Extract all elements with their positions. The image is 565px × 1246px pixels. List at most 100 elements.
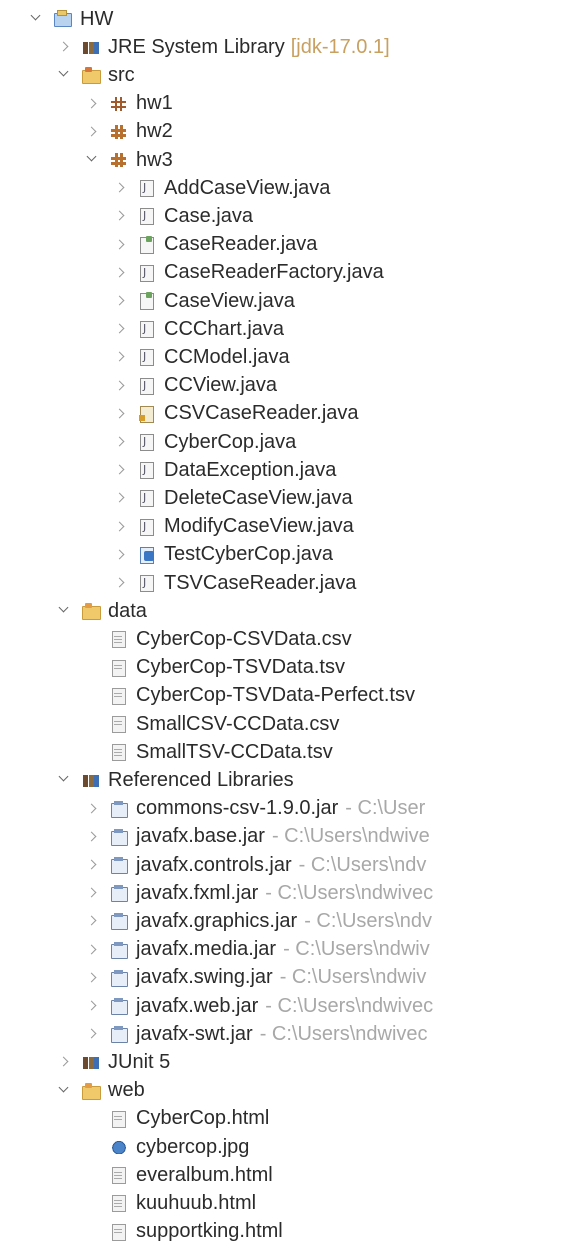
chevron-right-icon[interactable] <box>84 996 102 1016</box>
tree-item[interactable]: cybercop.jpg <box>0 1133 565 1161</box>
chevron-right-icon[interactable] <box>112 545 130 565</box>
tree-item[interactable]: src <box>0 61 565 89</box>
java-file-icon <box>138 207 156 226</box>
tree-item[interactable]: javafx.media.jar - C:\Users\ndwiv <box>0 936 565 964</box>
chevron-right-icon[interactable] <box>112 460 130 480</box>
chevron-right-icon[interactable] <box>56 1052 74 1072</box>
tree-item[interactable]: DeleteCaseView.java <box>0 484 565 512</box>
tree-item-label: SmallCSV-CCData.csv <box>136 712 340 735</box>
tree-item[interactable]: CyberCop.html <box>0 1105 565 1133</box>
chevron-right-icon[interactable] <box>56 37 74 57</box>
tree-item[interactable]: CaseReader.java <box>0 231 565 259</box>
tree-item-label: hw2 <box>136 120 173 143</box>
jar-icon <box>110 969 128 987</box>
tree-item[interactable]: Case.java <box>0 202 565 230</box>
tree-item[interactable]: hw2 <box>0 118 565 146</box>
tree-item[interactable]: javafx.controls.jar - C:\Users\ndv <box>0 851 565 879</box>
chevron-right-icon[interactable] <box>84 827 102 847</box>
jar-icon <box>110 1025 128 1044</box>
tree-item[interactable]: javafx.graphics.jar - C:\Users\ndv <box>0 907 565 935</box>
chevron-right-icon[interactable] <box>84 940 102 960</box>
chevron-right-icon[interactable] <box>84 799 102 819</box>
tree-item[interactable]: CaseView.java <box>0 287 565 315</box>
chevron-right-icon[interactable] <box>112 432 130 452</box>
tree-item[interactable]: CCChart.java <box>0 315 565 343</box>
java-file-icon <box>138 433 156 451</box>
tree-item[interactable]: JRE System Library [jdk-17.0.1] <box>0 33 565 61</box>
tree-item-label: javafx-swt.jar <box>136 1022 253 1045</box>
tree-item[interactable]: javafx.fxml.jar - C:\Users\ndwivec <box>0 879 565 907</box>
chevron-right-icon[interactable] <box>84 883 102 903</box>
tree-item[interactable]: data <box>0 597 565 625</box>
file-icon <box>110 715 128 733</box>
tree-item-label: CCView.java <box>164 374 278 397</box>
tree-item[interactable]: javafx.swing.jar - C:\Users\ndwiv <box>0 964 565 992</box>
chevron-right-icon[interactable] <box>112 376 130 396</box>
chevron-right-icon[interactable] <box>84 911 102 931</box>
java-file-icon <box>138 461 156 480</box>
chevron-right-icon[interactable] <box>112 488 130 508</box>
tree-item[interactable]: CCModel.java <box>0 343 565 371</box>
tree-item[interactable]: SmallCSV-CCData.csv <box>0 710 565 738</box>
tree-item[interactable]: SmallTSV-CCData.tsv <box>0 738 565 766</box>
tree-item-decoration: - C:\Users\ndv <box>298 853 427 876</box>
chevron-down-icon[interactable] <box>28 9 46 29</box>
chevron-right-icon[interactable] <box>112 347 130 367</box>
chevron-right-icon[interactable] <box>112 517 130 537</box>
library-icon <box>82 1053 100 1071</box>
tree-item[interactable]: kuuhuub.html <box>0 1189 565 1217</box>
chevron-right-icon[interactable] <box>112 263 130 283</box>
chevron-right-icon[interactable] <box>112 404 130 424</box>
tree-item[interactable]: HW <box>0 5 565 33</box>
tree-item-label: hw3 <box>136 148 173 171</box>
chevron-down-icon[interactable] <box>56 601 74 621</box>
tree-item[interactable]: Referenced Libraries <box>0 766 565 794</box>
tree-item[interactable]: web <box>0 1077 565 1105</box>
tree-item[interactable]: TSVCaseReader.java <box>0 569 565 597</box>
chevron-right-icon[interactable] <box>84 122 102 142</box>
tree-item[interactable]: TestCyberCop.java <box>0 541 565 569</box>
tree-item-decoration: - C:\Users\ndwiv <box>279 966 427 989</box>
tree-item[interactable]: hw1 <box>0 90 565 118</box>
chevron-right-icon[interactable] <box>112 573 130 593</box>
chevron-down-icon[interactable] <box>84 150 102 170</box>
chevron-right-icon[interactable] <box>84 1024 102 1044</box>
chevron-right-icon[interactable] <box>112 319 130 339</box>
tree-item[interactable]: javafx.base.jar - C:\Users\ndwive <box>0 823 565 851</box>
tree-item[interactable]: javafx.web.jar - C:\Users\ndwivec <box>0 992 565 1020</box>
java-file-icon <box>138 518 156 536</box>
tree-item-label: CaseView.java <box>164 289 295 312</box>
chevron-down-icon[interactable] <box>56 770 74 790</box>
chevron-right-icon[interactable] <box>84 855 102 875</box>
chevron-down-icon[interactable] <box>56 1081 74 1101</box>
chevron-right-icon[interactable] <box>112 206 130 226</box>
chevron-right-icon[interactable] <box>112 235 130 255</box>
tree-item[interactable]: CyberCop.java <box>0 428 565 456</box>
tree-item[interactable]: supportking.html <box>0 1218 565 1246</box>
chevron-right-icon[interactable] <box>84 94 102 114</box>
chevron-right-icon[interactable] <box>84 968 102 988</box>
tree-item[interactable]: hw3 <box>0 146 565 174</box>
tree-item[interactable]: javafx-swt.jar - C:\Users\ndwivec <box>0 1020 565 1048</box>
tree-item[interactable]: CyberCop-TSVData-Perfect.tsv <box>0 682 565 710</box>
tree-item[interactable]: AddCaseView.java <box>0 174 565 202</box>
java-file-icon <box>138 574 156 592</box>
package-filled-icon <box>110 123 128 141</box>
tree-item[interactable]: CCView.java <box>0 372 565 400</box>
tree-item[interactable]: CyberCop-TSVData.tsv <box>0 654 565 682</box>
chevron-right-icon[interactable] <box>112 291 130 311</box>
java-file-warning-icon <box>138 405 156 423</box>
java-file-icon <box>138 320 156 339</box>
tree-item[interactable]: commons-csv-1.9.0.jar - C:\User <box>0 795 565 823</box>
tree-item[interactable]: JUnit 5 <box>0 1048 565 1076</box>
tree-item[interactable]: CyberCop-CSVData.csv <box>0 625 565 653</box>
tree-item[interactable]: ModifyCaseView.java <box>0 513 565 541</box>
project-icon <box>54 10 72 28</box>
tree-item[interactable]: DataException.java <box>0 456 565 484</box>
tree-item[interactable]: CSVCaseReader.java <box>0 400 565 428</box>
chevron-right-icon[interactable] <box>112 178 130 198</box>
tree-item-label: Referenced Libraries <box>108 768 294 791</box>
chevron-down-icon[interactable] <box>56 65 74 85</box>
tree-item[interactable]: CaseReaderFactory.java <box>0 259 565 287</box>
tree-item[interactable]: everalbum.html <box>0 1161 565 1189</box>
